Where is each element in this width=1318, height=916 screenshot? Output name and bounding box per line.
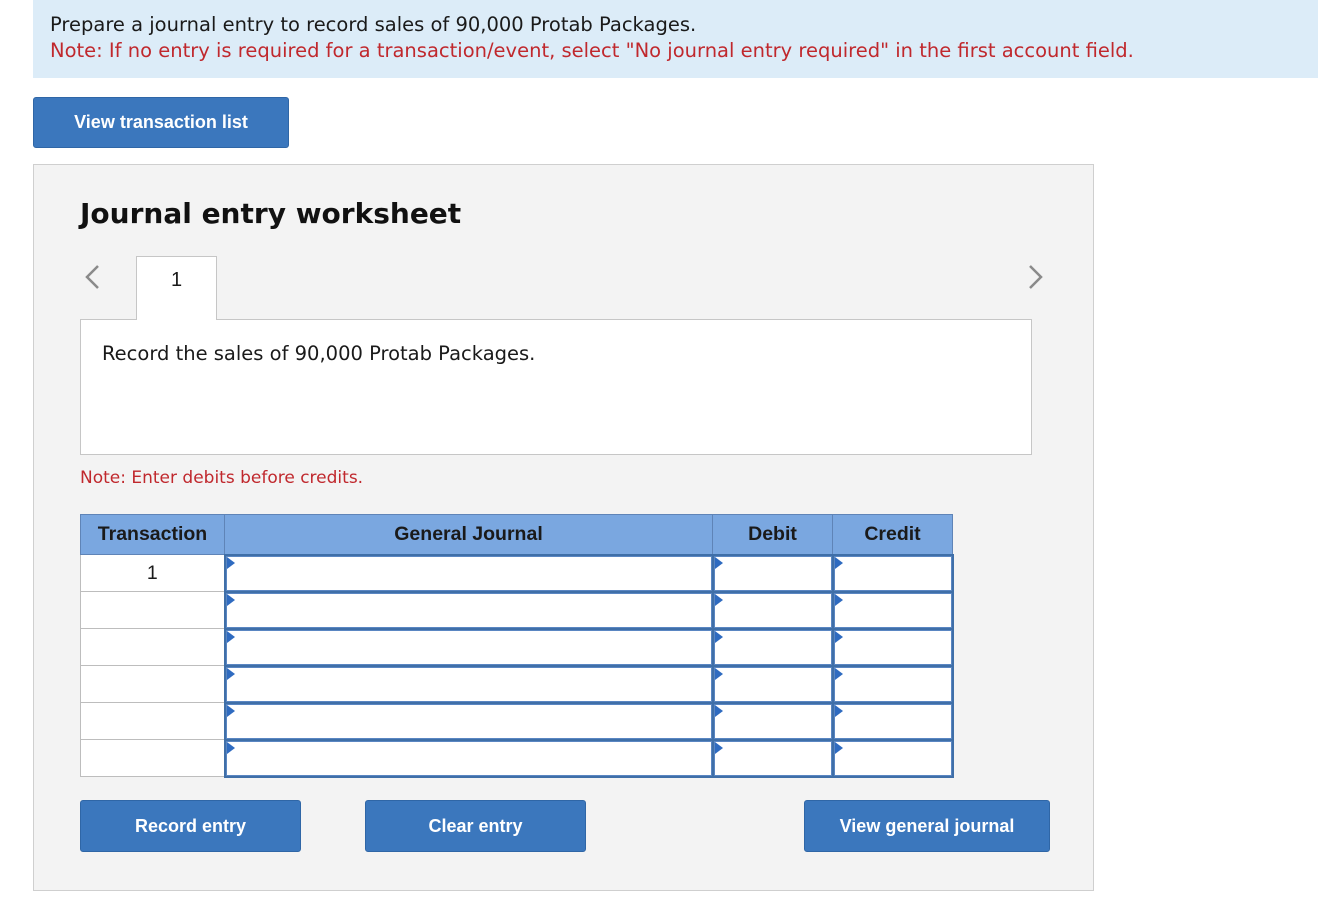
view-general-journal-button[interactable]: View general journal	[804, 800, 1050, 852]
dropdown-triangle-icon	[714, 667, 723, 680]
credit-input[interactable]	[831, 553, 954, 593]
transaction-description: Record the sales of 90,000 Protab Packag…	[80, 319, 1032, 455]
account-select[interactable]	[223, 664, 714, 704]
header-debit: Debit	[712, 514, 833, 555]
credit-input[interactable]	[831, 627, 954, 667]
dropdown-triangle-icon	[834, 556, 843, 569]
dropdown-triangle-icon	[226, 630, 235, 643]
account-select[interactable]	[223, 553, 714, 593]
dropdown-triangle-icon	[226, 667, 235, 680]
account-select[interactable]	[223, 627, 714, 667]
header-general-journal: General Journal	[224, 514, 713, 555]
dropdown-triangle-icon	[714, 556, 723, 569]
transaction-number	[80, 591, 225, 629]
dropdown-triangle-icon	[834, 704, 843, 717]
view-transaction-list-button[interactable]: View transaction list	[33, 97, 289, 148]
debit-input[interactable]	[711, 590, 834, 630]
instructions-panel: Prepare a journal entry to record sales …	[33, 0, 1318, 78]
credit-input[interactable]	[831, 701, 954, 741]
chevron-left-icon	[85, 265, 99, 289]
dropdown-triangle-icon	[226, 593, 235, 606]
dropdown-triangle-icon	[834, 593, 843, 606]
debit-input[interactable]	[711, 664, 834, 704]
table-row: 1	[80, 553, 954, 593]
debit-input[interactable]	[711, 738, 834, 778]
credit-input[interactable]	[831, 664, 954, 704]
debit-input[interactable]	[711, 553, 834, 593]
header-credit: Credit	[832, 514, 953, 555]
account-select[interactable]	[223, 701, 714, 741]
transaction-number	[80, 702, 225, 740]
account-select[interactable]	[223, 738, 714, 778]
table-row	[80, 738, 954, 778]
table-row	[80, 590, 954, 630]
record-entry-button[interactable]: Record entry	[80, 800, 301, 852]
clear-entry-button[interactable]: Clear entry	[365, 800, 586, 852]
dropdown-triangle-icon	[714, 630, 723, 643]
transaction-number	[80, 665, 225, 703]
instruction-text: Prepare a journal entry to record sales …	[50, 13, 697, 36]
debit-input[interactable]	[711, 701, 834, 741]
debit-credit-note: Note: Enter debits before credits.	[80, 468, 364, 488]
table-row	[80, 701, 954, 741]
dropdown-triangle-icon	[226, 556, 235, 569]
worksheet-title: Journal entry worksheet	[80, 197, 462, 230]
journal-table: Transaction General Journal Debit Credit…	[80, 514, 954, 778]
dropdown-triangle-icon	[226, 741, 235, 754]
credit-input[interactable]	[831, 738, 954, 778]
chevron-right-icon	[1029, 265, 1043, 289]
tab-transaction-1[interactable]: 1	[136, 256, 217, 320]
dropdown-triangle-icon	[714, 704, 723, 717]
transaction-number	[80, 739, 225, 777]
header-transaction: Transaction	[80, 514, 225, 555]
dropdown-triangle-icon	[834, 630, 843, 643]
journal-entry-worksheet: Journal entry worksheet 1 Record the sal…	[33, 164, 1094, 891]
credit-input[interactable]	[831, 590, 954, 630]
dropdown-triangle-icon	[226, 704, 235, 717]
debit-input[interactable]	[711, 627, 834, 667]
table-row	[80, 627, 954, 667]
dropdown-triangle-icon	[714, 593, 723, 606]
prev-transaction-button[interactable]	[80, 261, 104, 293]
next-transaction-button[interactable]	[1024, 261, 1048, 293]
account-select[interactable]	[223, 590, 714, 630]
dropdown-triangle-icon	[834, 667, 843, 680]
dropdown-triangle-icon	[714, 741, 723, 754]
transaction-number	[80, 628, 225, 666]
instruction-note: Note: If no entry is required for a tran…	[50, 39, 1134, 62]
dropdown-triangle-icon	[834, 741, 843, 754]
transaction-number: 1	[80, 554, 225, 592]
table-row	[80, 664, 954, 704]
